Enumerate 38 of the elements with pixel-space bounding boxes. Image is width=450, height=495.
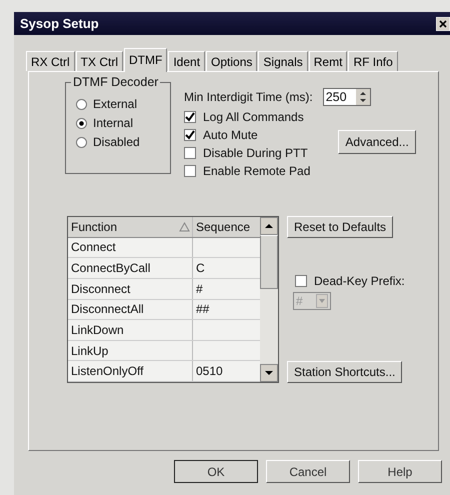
checkbox-option[interactable]: Log All Commands <box>184 110 310 124</box>
tab[interactable]: RX Ctrl <box>26 51 75 71</box>
tab[interactable]: TX Ctrl <box>76 51 124 71</box>
table-cell: ListenOnlyOff <box>68 361 193 381</box>
table-cell: LinkUp <box>68 340 193 360</box>
tab[interactable]: DTMF <box>124 48 168 72</box>
reset-button[interactable]: Reset to Defaults <box>287 216 394 238</box>
tab[interactable]: RF Info <box>348 51 398 71</box>
table-cell-text: # <box>195 280 204 298</box>
checkbox-option[interactable]: Enable Remote Pad <box>184 164 310 178</box>
window-title: Sysop Setup <box>20 16 99 31</box>
advanced-button[interactable]: Advanced... <box>338 130 416 154</box>
checkbox-option[interactable]: Disable During PTT <box>184 146 310 160</box>
table-cell-text: 0510 <box>195 363 224 380</box>
tab[interactable]: Signals <box>258 51 308 71</box>
dialog-button[interactable]: Help <box>358 460 442 483</box>
table-cell: LinkDown <box>68 320 193 340</box>
table-cell: Disconnect <box>68 278 193 298</box>
radio-option[interactable]: Internal <box>76 116 170 130</box>
table-cell-text: ## <box>195 301 210 318</box>
dialog-button[interactable]: Cancel <box>266 460 350 483</box>
checkbox-option[interactable]: Auto Mute <box>184 128 310 142</box>
field-label: Min Interdigit Time (ms): <box>184 90 313 104</box>
station-shortcuts-button[interactable]: Station Shortcuts... <box>287 361 402 383</box>
radio-option[interactable]: Disabled <box>76 135 170 149</box>
dialog-button[interactable]: OK <box>174 460 258 483</box>
column-header[interactable]: Function <box>68 217 193 237</box>
spin-field[interactable]: 250 <box>322 88 371 106</box>
table-cell-text: C <box>195 260 206 278</box>
tab[interactable]: Remt <box>308 51 348 71</box>
table-cell: ConnectByCall <box>68 258 193 278</box>
radio-option[interactable]: External <box>76 97 170 111</box>
group-title: DTMF Decoder <box>71 75 160 89</box>
tab[interactable]: Ident <box>168 51 206 71</box>
tab[interactable]: Options <box>206 51 258 71</box>
table-cell: Connect <box>68 238 193 258</box>
table-cell: DisconnectAll <box>68 300 193 320</box>
column-header[interactable]: Sequence <box>193 217 260 237</box>
